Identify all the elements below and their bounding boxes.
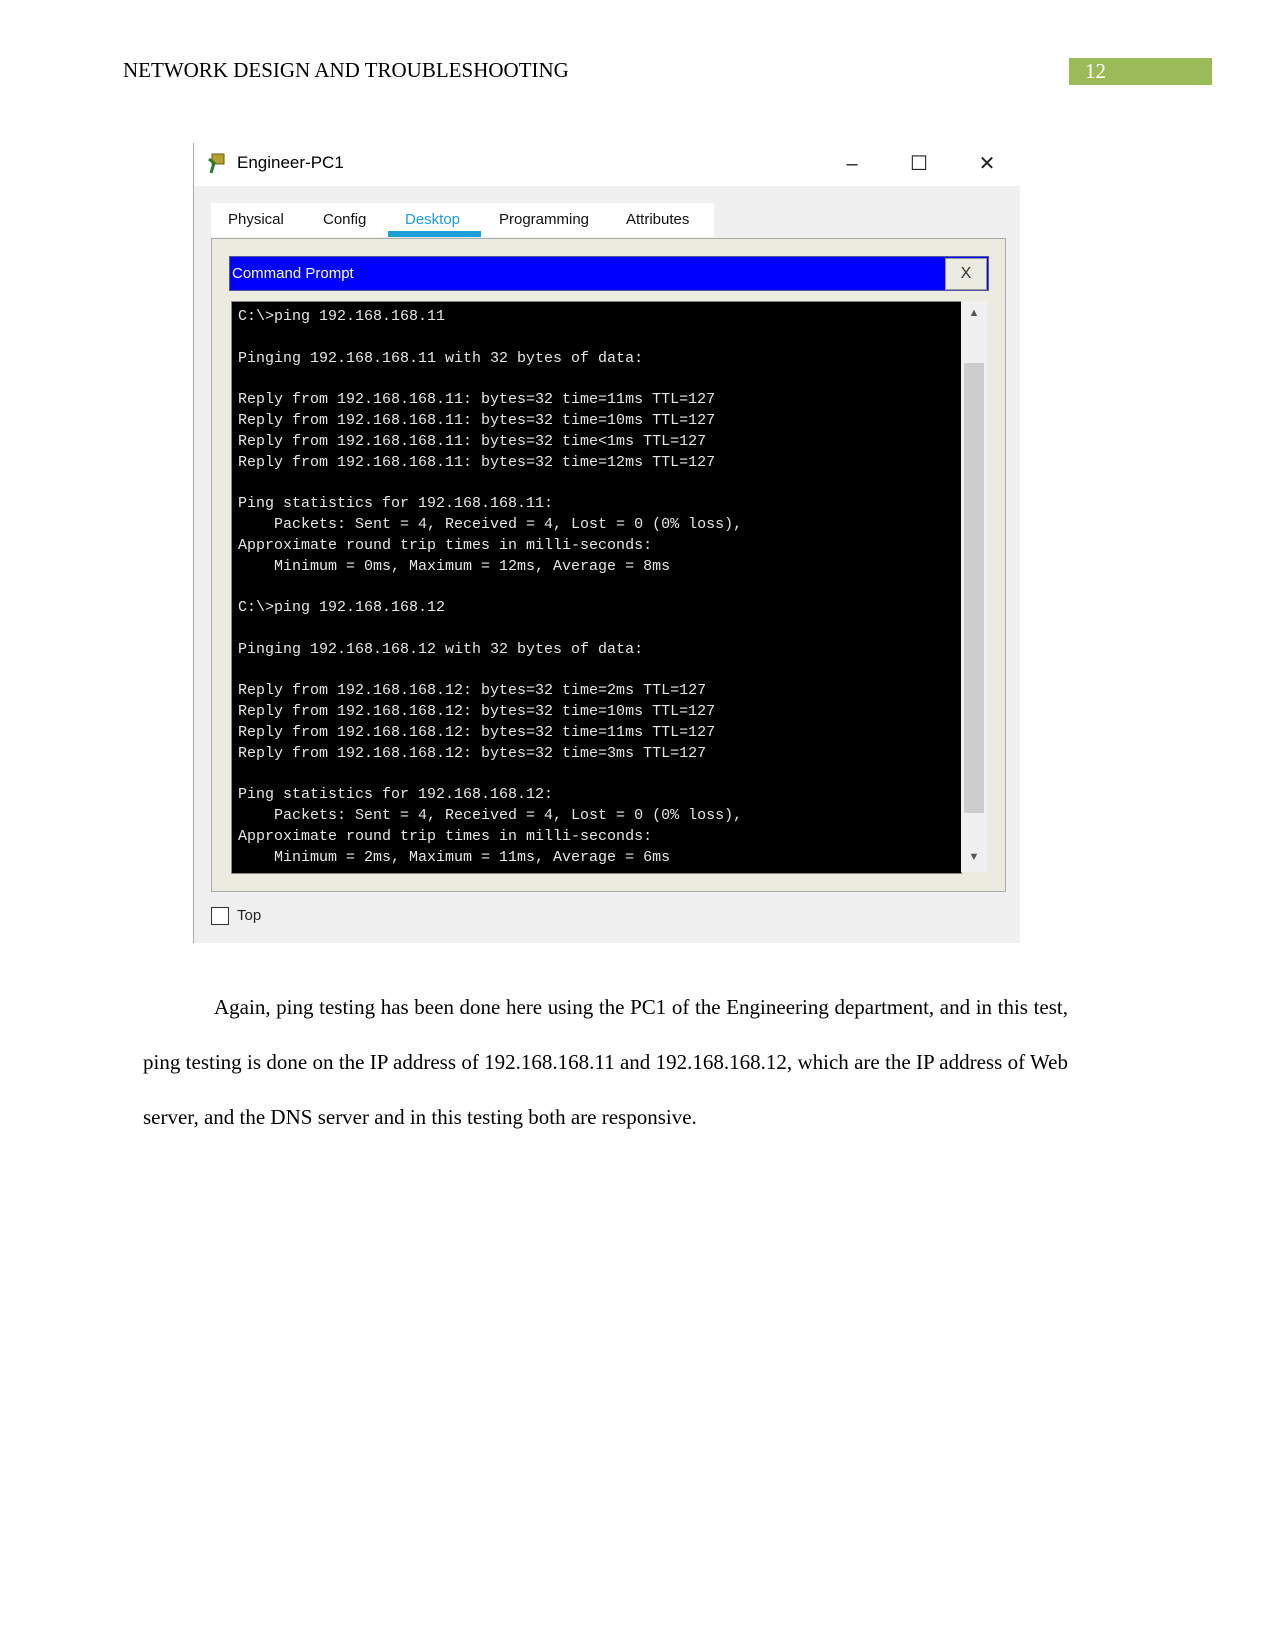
tab-attributes[interactable]: Attributes xyxy=(626,211,689,228)
tab-programming[interactable]: Programming xyxy=(499,211,589,228)
window-title: Engineer-PC1 xyxy=(237,153,344,172)
scrollbar-thumb[interactable] xyxy=(964,363,984,813)
title-bar: Engineer-PC1 – ☐ ✕ xyxy=(194,143,1020,186)
command-prompt-title: Command Prompt xyxy=(232,265,354,282)
terminal-output[interactable]: C:\>ping 192.168.168.11 Pinging 192.168.… xyxy=(231,301,962,874)
tab-physical[interactable]: Physical xyxy=(228,211,284,228)
terminal-scrollbar[interactable]: ▲ ▼ xyxy=(961,301,987,872)
page-number: 12 xyxy=(1069,58,1212,85)
body-paragraph: Again, ping testing has been done here u… xyxy=(143,995,1068,1129)
command-prompt-titlebar: Command Prompt X xyxy=(229,256,989,291)
maximize-button[interactable]: ☐ xyxy=(899,149,939,179)
command-prompt-close-button[interactable]: X xyxy=(945,258,987,290)
top-checkbox[interactable] xyxy=(211,907,229,925)
active-tab-indicator xyxy=(388,231,481,237)
packet-tracer-pc-icon xyxy=(208,153,225,174)
desktop-panel: Command Prompt X C:\>ping 192.168.168.11… xyxy=(211,238,1006,892)
minimize-button[interactable]: – xyxy=(832,149,872,179)
engineer-pc1-window: Engineer-PC1 – ☐ ✕ Physical Config Deskt… xyxy=(193,143,1020,943)
tab-bar: Physical Config Desktop Programming Attr… xyxy=(211,203,714,237)
running-header: NETWORK DESIGN AND TROUBLESHOOTING xyxy=(123,58,569,82)
document-page: NETWORK DESIGN AND TROUBLESHOOTING 12 En… xyxy=(0,0,1275,1650)
scroll-down-icon[interactable]: ▼ xyxy=(961,851,987,863)
terminal-text: C:\>ping 192.168.168.11 Pinging 192.168.… xyxy=(238,308,743,866)
scroll-up-icon[interactable]: ▲ xyxy=(961,307,987,319)
tab-config[interactable]: Config xyxy=(323,211,366,228)
top-checkbox-label: Top xyxy=(237,907,262,924)
tab-desktop[interactable]: Desktop xyxy=(405,211,460,228)
close-button[interactable]: ✕ xyxy=(967,149,1007,179)
